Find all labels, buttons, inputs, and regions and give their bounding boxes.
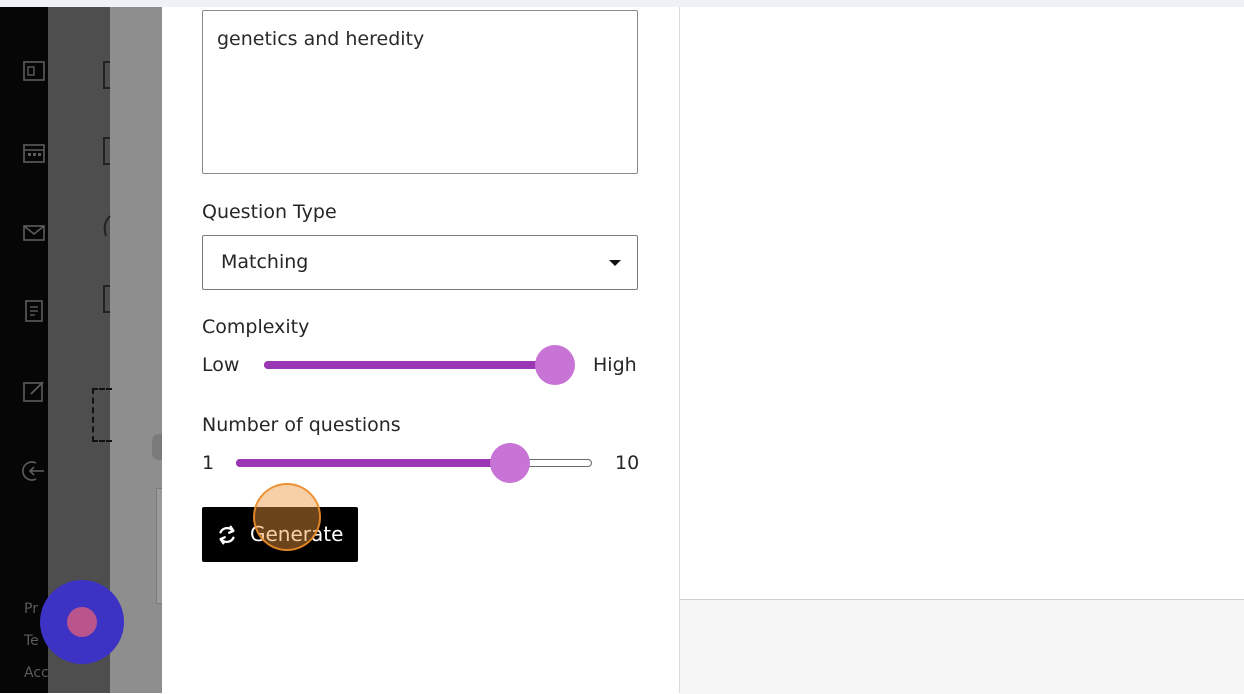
calendar-icon[interactable] bbox=[22, 141, 46, 165]
preview-footer bbox=[680, 599, 1244, 694]
questions-slider-fill bbox=[236, 459, 511, 467]
number-of-questions-label: Number of questions bbox=[202, 414, 401, 436]
nav-item-icon bbox=[98, 284, 112, 314]
messages-icon[interactable] bbox=[22, 221, 46, 245]
click-indicator bbox=[253, 483, 321, 551]
content-icon[interactable] bbox=[22, 59, 46, 83]
complexity-max-label: High bbox=[593, 354, 637, 376]
nav-item-icon bbox=[98, 136, 112, 166]
complexity-label: Complexity bbox=[202, 316, 310, 338]
complexity-slider-track[interactable] bbox=[264, 361, 570, 369]
footer-link[interactable]: Acc bbox=[24, 665, 49, 681]
caret-down-icon bbox=[609, 260, 621, 266]
top-strip bbox=[0, 0, 1244, 7]
questions-slider-track[interactable] bbox=[236, 459, 592, 467]
nav-item-icon bbox=[98, 210, 112, 240]
focus-outline bbox=[92, 388, 112, 442]
complexity-slider-thumb[interactable] bbox=[534, 345, 575, 385]
complexity-slider-fill bbox=[264, 361, 555, 369]
nav-item-icon bbox=[98, 60, 112, 90]
questions-max-label: 10 bbox=[615, 452, 640, 474]
tertiary-rail bbox=[110, 7, 162, 693]
edit-icon[interactable] bbox=[22, 379, 46, 403]
question-type-select[interactable]: Matching bbox=[202, 235, 638, 290]
footer-link[interactable]: Pr bbox=[24, 601, 38, 617]
questions-min-label: 1 bbox=[202, 452, 215, 474]
question-type-value: Matching bbox=[221, 251, 309, 273]
record-dot-icon bbox=[67, 607, 97, 637]
assistant-fab-button[interactable] bbox=[40, 580, 124, 664]
refresh-icon bbox=[216, 524, 238, 546]
questions-slider-thumb[interactable] bbox=[490, 443, 531, 483]
question-type-label: Question Type bbox=[202, 201, 337, 223]
app-nav-rail: Pr Te Acc bbox=[0, 7, 49, 693]
footer-link[interactable]: Te bbox=[24, 633, 39, 649]
sign-out-icon[interactable] bbox=[22, 459, 46, 483]
complexity-min-label: Low bbox=[202, 354, 240, 376]
preview-area bbox=[680, 7, 1244, 693]
topic-input[interactable]: genetics and heredity bbox=[202, 10, 638, 174]
grades-icon[interactable] bbox=[22, 299, 46, 323]
